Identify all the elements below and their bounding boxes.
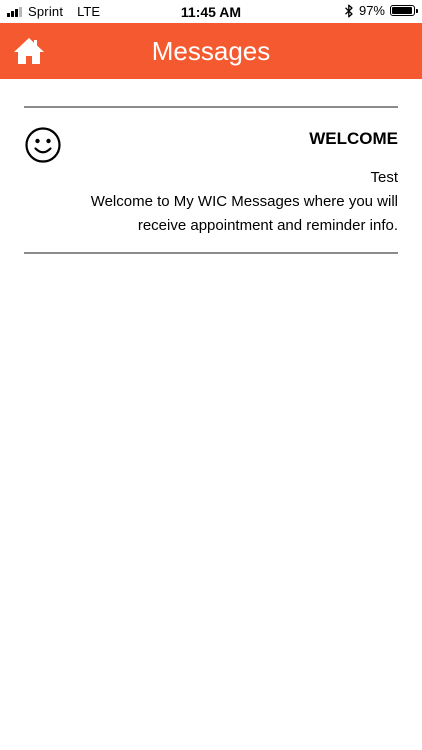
message-sender: Test xyxy=(370,169,398,186)
divider xyxy=(24,252,398,254)
app-header: Messages xyxy=(0,23,422,79)
home-button[interactable] xyxy=(12,35,46,67)
message-item[interactable]: WELCOME Test Welcome to My WIC Messages … xyxy=(24,108,398,252)
battery-icon xyxy=(390,5,418,16)
message-content: WELCOME Test Welcome to My WIC Messages … xyxy=(84,129,398,238)
battery-percent: 97% xyxy=(358,3,385,18)
message-body: Welcome to My WIC Messages where you wil… xyxy=(90,193,398,234)
smiley-face-icon xyxy=(24,126,62,164)
status-bar-right: 97% xyxy=(344,3,418,18)
home-icon xyxy=(14,38,44,64)
bluetooth-icon xyxy=(345,4,353,17)
page-title: Messages xyxy=(151,36,271,66)
messages-list: WELCOME Test Welcome to My WIC Messages … xyxy=(24,106,398,254)
message-title: WELCOME xyxy=(309,129,398,148)
status-bar: Sprint LTE 11:45 AM 97% xyxy=(0,0,422,23)
